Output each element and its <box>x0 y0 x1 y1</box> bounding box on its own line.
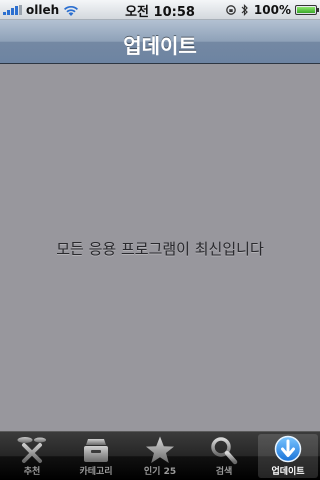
empty-state-message: 모든 응용 프로그램이 최신입니다 <box>56 240 264 258</box>
tab-categories[interactable]: 카테고리 <box>64 432 128 480</box>
bluetooth-icon <box>241 4 248 16</box>
tab-updates[interactable]: 업데이트 <box>256 432 320 480</box>
tab-top25-label: 인기 25 <box>143 467 177 477</box>
tab-categories-label: 카테고리 <box>79 467 113 477</box>
main-content: 모든 응용 프로그램이 최신입니다 <box>0 64 320 431</box>
battery-icon <box>295 5 319 15</box>
tab-top25[interactable]: 인기 25 <box>128 432 192 480</box>
tab-bar: 추천 카테고리 인기 25 검색 업데이트 <box>0 431 320 480</box>
tab-search-label: 검색 <box>215 467 233 477</box>
tab-search[interactable]: 검색 <box>192 432 256 480</box>
page-title: 업데이트 <box>123 34 197 58</box>
tab-updates-label: 업데이트 <box>271 467 305 477</box>
battery-percent: 100% <box>253 3 291 17</box>
status-bar: olleh 오전 10:58 100% <box>0 0 320 20</box>
categories-icon <box>84 439 108 462</box>
lock-rotation-icon <box>226 5 236 15</box>
tab-featured-label: 추천 <box>23 467 41 477</box>
tab-featured[interactable]: 추천 <box>0 432 64 480</box>
updates-icon <box>274 435 302 463</box>
status-bar-right: 100% <box>226 2 319 18</box>
battery-fill <box>297 7 315 13</box>
navigation-bar: 업데이트 <box>0 20 320 64</box>
search-icon <box>211 437 238 465</box>
featured-icon <box>17 437 46 463</box>
star-icon <box>146 436 174 463</box>
